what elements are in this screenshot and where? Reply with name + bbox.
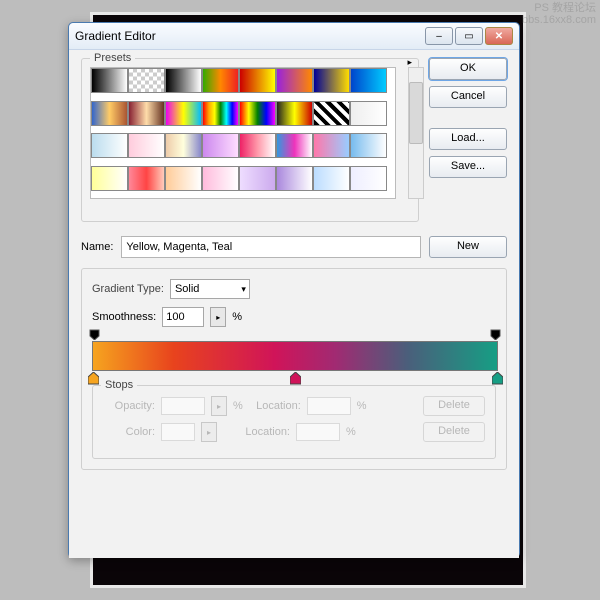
opacity-label: Opacity: — [103, 400, 155, 412]
opacity-stop-left[interactable] — [89, 329, 100, 340]
save-button[interactable]: Save... — [429, 156, 507, 178]
smoothness-stepper[interactable]: ▸ — [210, 307, 226, 327]
preset-swatch[interactable] — [128, 68, 165, 93]
name-input[interactable] — [121, 236, 421, 258]
preset-swatch[interactable] — [313, 101, 350, 126]
delete-color-stop-button: Delete — [423, 422, 485, 442]
preset-swatch[interactable] — [239, 166, 276, 191]
preset-swatch[interactable] — [165, 133, 202, 158]
preset-swatch[interactable] — [91, 101, 128, 126]
cancel-button[interactable]: Cancel — [429, 86, 507, 108]
preset-swatch[interactable] — [128, 133, 165, 158]
preset-swatch[interactable] — [350, 133, 387, 158]
close-button[interactable]: ✕ — [485, 27, 513, 45]
color-label: Color: — [103, 426, 155, 438]
preset-swatch[interactable] — [91, 166, 128, 191]
preset-swatch[interactable] — [165, 166, 202, 191]
color-stop[interactable] — [290, 372, 301, 385]
location-input-1 — [307, 397, 351, 415]
preset-swatch[interactable] — [202, 133, 239, 158]
preset-swatch[interactable] — [202, 101, 239, 126]
color-picker-arrow: ▸ — [201, 422, 217, 442]
preset-swatch[interactable] — [91, 68, 128, 93]
presets-fieldset: Presets ▸ — [81, 58, 419, 222]
load-button[interactable]: Load... — [429, 128, 507, 150]
watermark: PS 教程论坛 bbs.16xx8.com — [522, 2, 596, 26]
titlebar[interactable]: Gradient Editor – ▭ ✕ — [69, 23, 519, 50]
maximize-button[interactable]: ▭ — [455, 27, 483, 45]
gradient-preview — [93, 342, 497, 370]
stops-legend: Stops — [101, 379, 137, 391]
location-label-2: Location: — [238, 426, 290, 438]
preset-swatch[interactable] — [350, 68, 387, 93]
preset-swatch[interactable] — [128, 166, 165, 191]
preset-swatch[interactable] — [350, 101, 387, 126]
preset-swatch[interactable] — [313, 166, 350, 191]
preset-swatch[interactable] — [313, 68, 350, 93]
minimize-button[interactable]: – — [425, 27, 453, 45]
preset-grid[interactable] — [90, 67, 396, 199]
delete-opacity-stop-button: Delete — [423, 396, 485, 416]
opacity-stepper: ▸ — [211, 396, 227, 416]
window-title: Gradient Editor — [75, 29, 156, 43]
gradient-bar[interactable] — [92, 341, 498, 371]
preset-swatch[interactable] — [276, 166, 313, 191]
preset-swatch[interactable] — [276, 101, 313, 126]
color-well — [161, 423, 195, 441]
opacity-input — [161, 397, 205, 415]
preset-swatch[interactable] — [239, 68, 276, 93]
location-label-1: Location: — [249, 400, 301, 412]
preset-swatch[interactable] — [350, 166, 387, 191]
gradient-type-label: Gradient Type: — [92, 283, 164, 295]
presets-legend: Presets — [90, 52, 135, 64]
smoothness-label: Smoothness: — [92, 311, 156, 323]
smoothness-input[interactable]: 100 — [162, 307, 204, 327]
preset-swatch[interactable] — [276, 68, 313, 93]
location-input-2 — [296, 423, 340, 441]
preset-scrollbar[interactable] — [408, 67, 424, 199]
preset-swatch[interactable] — [239, 133, 276, 158]
ok-button[interactable]: OK — [429, 58, 507, 80]
gradient-section: Gradient Type: Solid Smoothness: 100 ▸ % — [81, 268, 507, 470]
gradient-type-select[interactable]: Solid — [170, 279, 250, 299]
preset-swatch[interactable] — [165, 68, 202, 93]
new-button[interactable]: New — [429, 236, 507, 258]
smoothness-unit: % — [232, 311, 242, 323]
name-label: Name: — [81, 241, 113, 253]
opacity-stop-right[interactable] — [490, 329, 501, 340]
preset-swatch[interactable] — [165, 101, 202, 126]
stops-fieldset: Stops Opacity: ▸ % Location: % Delete Co… — [92, 385, 496, 459]
preset-swatch[interactable] — [313, 133, 350, 158]
gradient-editor-dialog: Gradient Editor – ▭ ✕ Presets ▸ OK — [68, 22, 520, 558]
preset-swatch[interactable] — [239, 101, 276, 126]
preset-swatch[interactable] — [91, 133, 128, 158]
preset-swatch[interactable] — [202, 68, 239, 93]
preset-swatch[interactable] — [276, 133, 313, 158]
preset-swatch[interactable] — [128, 101, 165, 126]
color-stop[interactable] — [88, 372, 99, 385]
preset-swatch[interactable] — [202, 166, 239, 191]
color-stop[interactable] — [492, 372, 503, 385]
